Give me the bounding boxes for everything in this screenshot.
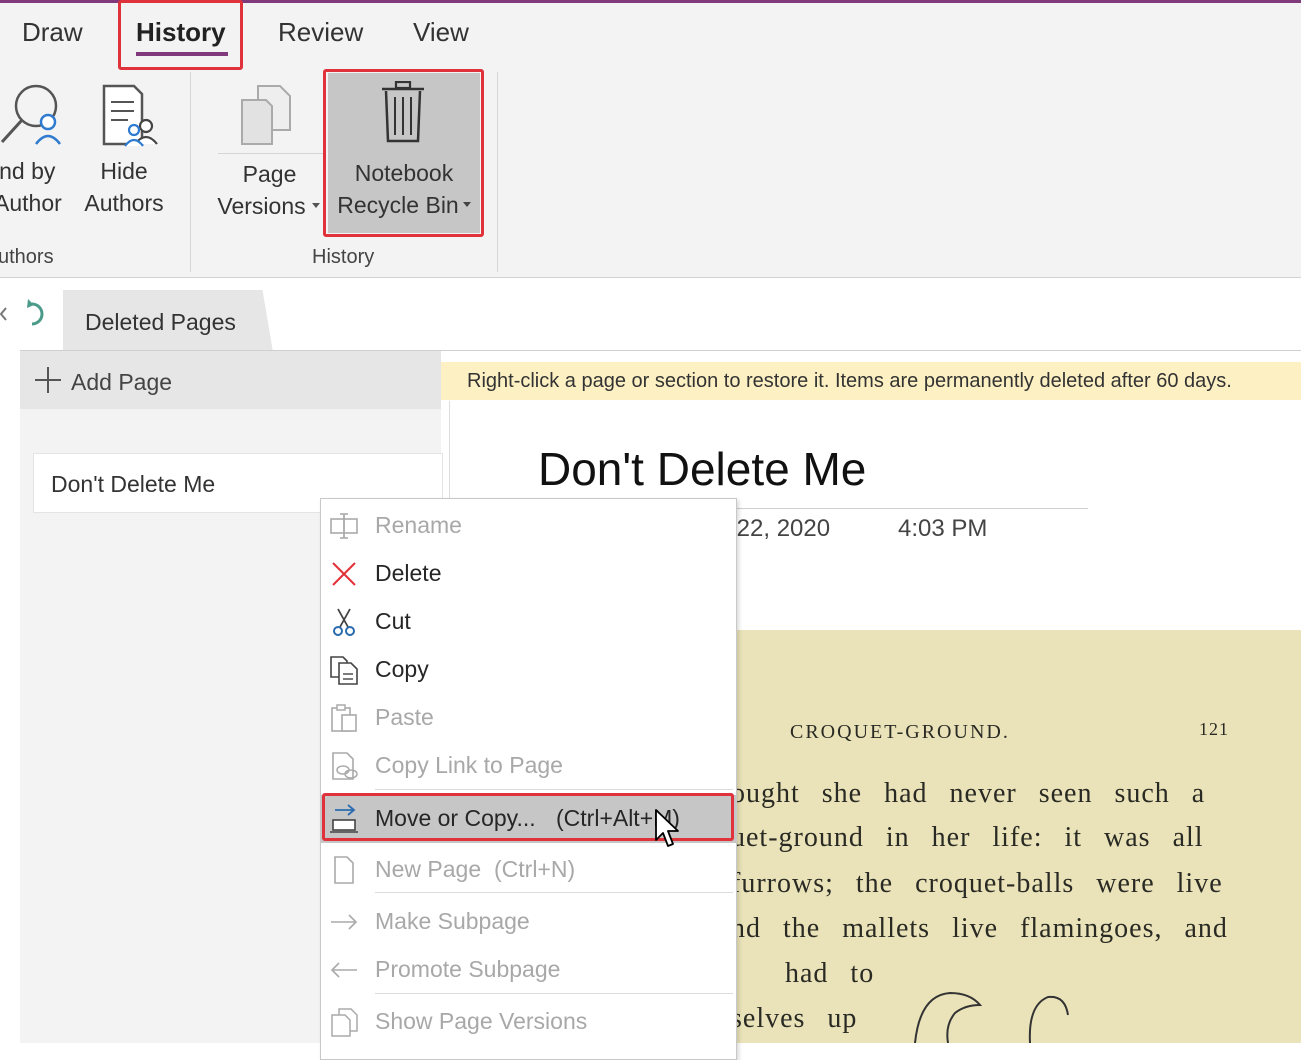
- page-versions-icon: [331, 1008, 358, 1037]
- menu-item-promote-subpage[interactable]: Promote Subpage: [321, 946, 736, 994]
- page-versions-button[interactable]: Page Versions: [217, 80, 323, 230]
- context-menu: Rename Delete Cut Copy Paste Copy Link t…: [320, 498, 737, 1060]
- menu-item-copy-link[interactable]: Copy Link to Page: [321, 742, 736, 790]
- menu-item-label: Make Subpage: [375, 908, 530, 934]
- flamingo-illustration: [914, 991, 1069, 1043]
- menu-item-label: Copy: [375, 656, 429, 682]
- menu-item-label: Rename: [375, 512, 462, 538]
- page-title[interactable]: Don't Delete Me: [538, 442, 866, 496]
- menu-item-paste[interactable]: Paste: [321, 694, 736, 742]
- scissors-icon: [333, 608, 355, 636]
- back-arrow-icon[interactable]: [0, 306, 8, 322]
- chevron-down-icon: [312, 203, 320, 208]
- menu-item-cut[interactable]: Cut: [321, 598, 736, 646]
- book-line: had to: [785, 958, 875, 989]
- add-page-button[interactable]: Add Page: [20, 351, 441, 409]
- hide-authors-button[interactable]: Hide Authors: [80, 80, 170, 230]
- menu-item-copy[interactable]: Copy: [321, 646, 736, 694]
- book-line: nd the mallets live flamingoes, and: [735, 913, 1228, 944]
- section-tab-label: Deleted Pages: [85, 309, 236, 335]
- menu-item-label: Paste: [375, 704, 434, 730]
- group-separator: [497, 72, 498, 272]
- menu-separator: [375, 892, 733, 893]
- book-line: ought she had never seen such a: [735, 778, 1206, 809]
- page-versions-label-2: Versions: [217, 193, 306, 219]
- page-versions-label-1: Page: [242, 161, 297, 187]
- find-by-author-label-2: Author: [0, 190, 62, 216]
- paste-icon: [331, 704, 357, 732]
- menu-item-make-subpage[interactable]: Make Subpage: [321, 898, 736, 946]
- menu-item-delete[interactable]: Delete: [321, 550, 736, 598]
- add-page-label: Add Page: [71, 369, 173, 395]
- page-item-label: Don't Delete Me: [51, 471, 216, 497]
- copy-icon: [330, 656, 358, 685]
- find-by-author-label-1: ind by: [0, 158, 56, 184]
- book-line: furrows; the croquet-balls were live: [735, 868, 1223, 899]
- menu-item-label: Promote Subpage: [375, 956, 561, 982]
- tab-view[interactable]: View: [413, 17, 469, 48]
- link-page-icon: [332, 752, 358, 780]
- section-tab-deleted-pages[interactable]: Deleted Pages: [63, 290, 273, 352]
- delete-icon: [332, 562, 356, 586]
- menu-item-show-page-versions[interactable]: Show Page Versions: [321, 998, 736, 1046]
- menu-item-rename[interactable]: Rename: [321, 502, 736, 550]
- plus-icon: [35, 367, 61, 393]
- page-versions-icon: [241, 85, 291, 145]
- arrow-right-icon: [331, 914, 358, 930]
- book-line: selves up: [735, 1003, 858, 1034]
- menu-item-label: New Page: [375, 856, 482, 882]
- book-page-number: 121: [1199, 719, 1229, 739]
- recycle-bin-highlight: [323, 69, 484, 237]
- hide-authors-label-1: Hide: [100, 158, 148, 184]
- hide-authors-label-2: Authors: [84, 190, 164, 216]
- menu-item-new-page[interactable]: New Page (Ctrl+N): [321, 846, 736, 894]
- info-bar: Right-click a page or section to restore…: [441, 362, 1301, 400]
- info-bar-text: Right-click a page or section to restore…: [467, 370, 1232, 392]
- history-group-label: History: [312, 246, 375, 268]
- tab-review[interactable]: Review: [278, 17, 363, 48]
- rename-icon: [330, 513, 358, 539]
- menu-item-label: Delete: [375, 560, 442, 586]
- new-page-icon: [334, 856, 354, 884]
- tab-draw[interactable]: Draw: [22, 17, 83, 48]
- book-heading: CROQUET-GROUND.: [790, 721, 1010, 743]
- menu-item-shortcut: (Ctrl+N): [494, 856, 576, 882]
- menu-item-label: Copy Link to Page: [375, 752, 563, 778]
- authors-group-label: uthors: [0, 246, 54, 268]
- arrow-left-icon: [330, 962, 357, 978]
- find-by-author-icon: [0, 84, 61, 145]
- menu-separator: [375, 789, 733, 790]
- menu-separator: [375, 993, 733, 994]
- page-time: 4:03 PM: [898, 515, 988, 542]
- undo-icon[interactable]: [24, 298, 52, 330]
- menu-item-label: Show Page Versions: [375, 1008, 588, 1034]
- hide-authors-icon: [102, 84, 158, 147]
- find-by-author-button[interactable]: ind by Author: [0, 80, 80, 230]
- menu-item-label: Cut: [375, 608, 411, 634]
- book-line: uet-ground in her life: it was all: [735, 822, 1204, 853]
- book-page-image: CROQUET-GROUND. 121 ought she had never …: [735, 630, 1301, 1043]
- history-tab-highlight: [118, 0, 243, 70]
- split-button-divider: [218, 153, 323, 154]
- mouse-cursor-icon: [655, 809, 679, 847]
- group-separator: [190, 72, 191, 272]
